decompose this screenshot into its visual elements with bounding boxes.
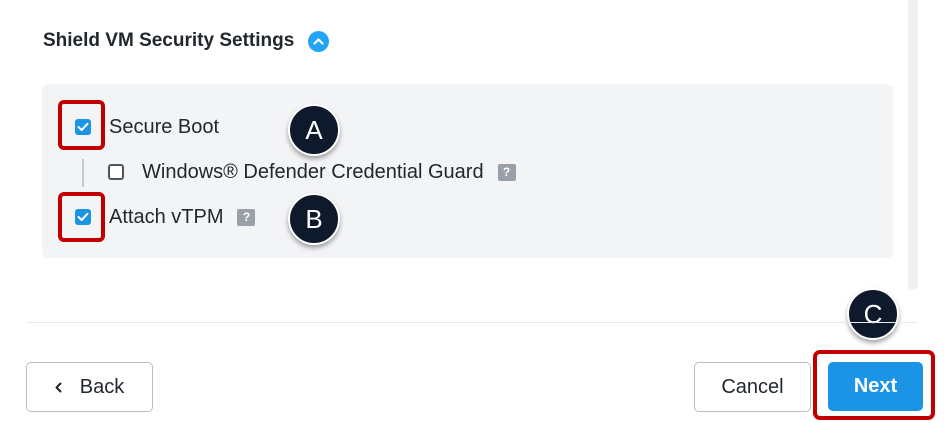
highlight-box-secure-boot: [58, 100, 105, 150]
help-icon[interactable]: ?: [497, 163, 516, 181]
option-credential-guard[interactable]: Windows® Defender Credential Guard ?: [108, 161, 516, 183]
chevron-up-icon[interactable]: [308, 30, 330, 52]
back-label: Back: [79, 375, 125, 398]
credential-guard-label: Windows® Defender Credential Guard: [142, 160, 484, 183]
highlight-box-next: [813, 350, 935, 420]
cancel-button[interactable]: Cancel: [694, 362, 811, 412]
credential-guard-checkbox[interactable]: [108, 164, 124, 180]
chevron-left-icon: [55, 382, 62, 393]
section-title: Shield VM Security Settings: [43, 30, 295, 51]
secure-boot-label: Secure Boot: [109, 115, 220, 138]
section-header: Shield VM Security Settings: [43, 30, 330, 52]
back-button[interactable]: Back: [26, 362, 153, 412]
callout-badge-b: B: [288, 193, 340, 245]
footer-divider: [27, 322, 917, 323]
scrollbar[interactable]: [908, 0, 918, 290]
highlight-box-attach-vtpm: [58, 192, 105, 242]
help-icon[interactable]: ?: [237, 208, 256, 226]
callout-badge-c: C: [847, 288, 899, 340]
indent-guide: [82, 159, 84, 187]
attach-vtpm-label: Attach vTPM: [109, 205, 224, 228]
callout-badge-a: A: [288, 104, 340, 156]
